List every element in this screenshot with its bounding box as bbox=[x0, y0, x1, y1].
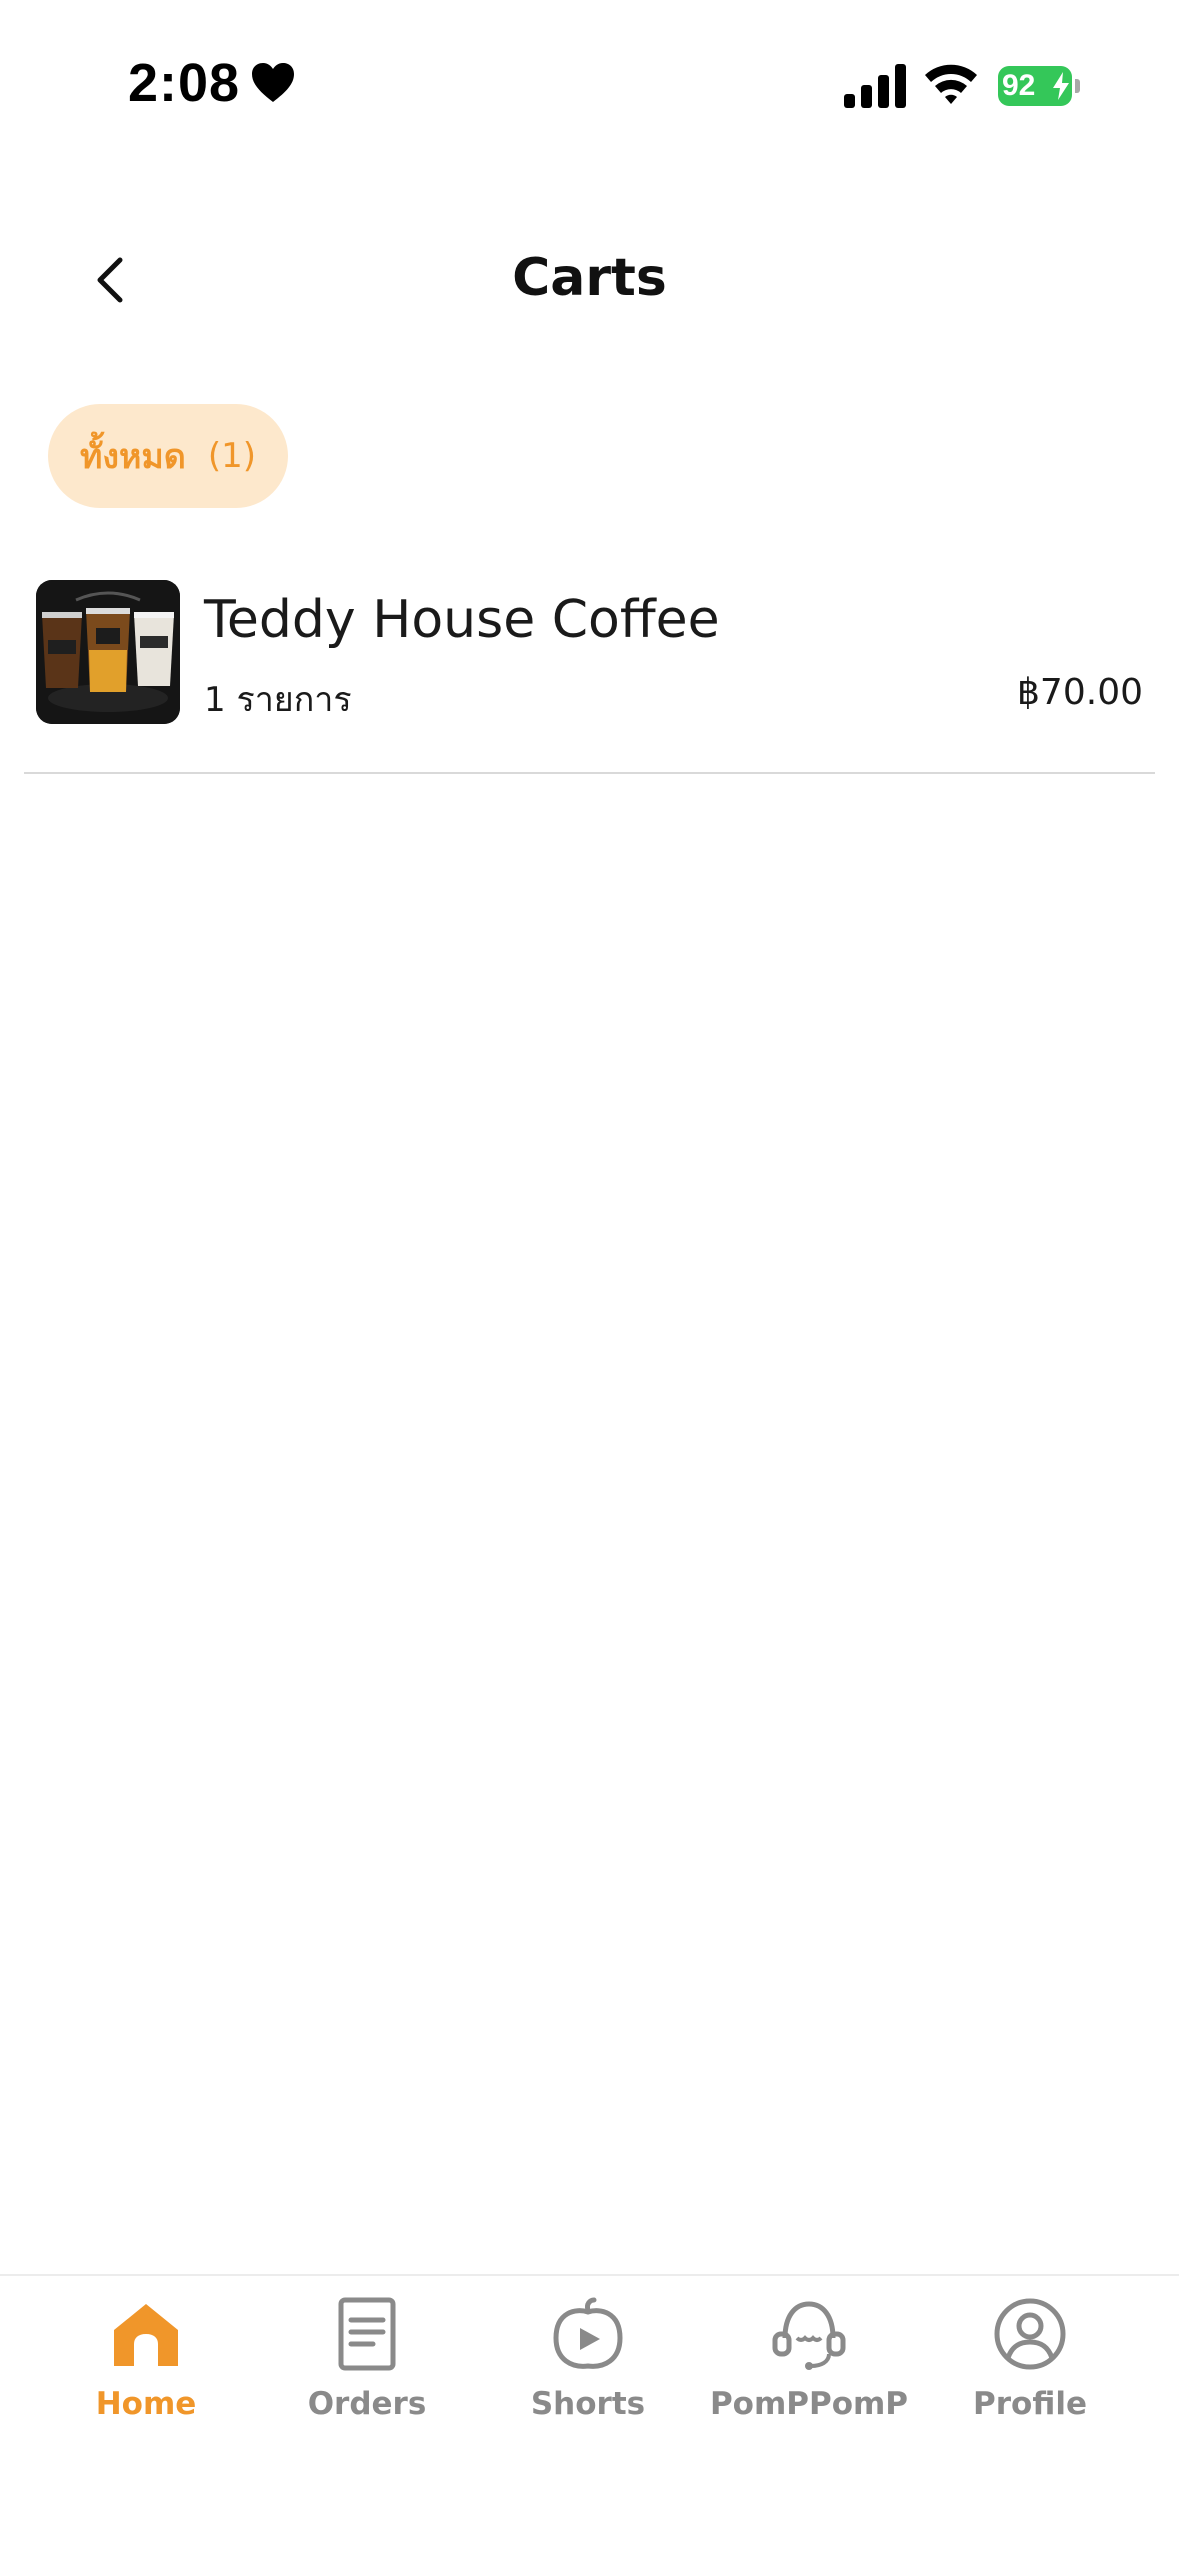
cellular-signal-icon bbox=[844, 64, 906, 108]
status-bar: 2:08 92 bbox=[0, 0, 1179, 170]
header: Carts bbox=[0, 220, 1179, 340]
nav-shorts-label: Shorts bbox=[530, 2386, 646, 2422]
nav-orders[interactable]: Orders bbox=[257, 2296, 477, 2436]
nav-home[interactable]: Home bbox=[36, 2296, 256, 2436]
headset-icon bbox=[772, 2301, 846, 2370]
wifi-icon bbox=[925, 64, 977, 104]
document-icon bbox=[338, 2297, 396, 2371]
nav-pomppomp[interactable]: PomPPomP bbox=[699, 2296, 919, 2436]
filter-chip-count: (1) bbox=[207, 436, 257, 476]
shop-total-price: ฿70.00 bbox=[1017, 672, 1143, 713]
home-icon bbox=[114, 2304, 178, 2366]
filter-chip-all[interactable]: ทั้งหมด (1) bbox=[48, 404, 288, 508]
nav-shorts[interactable]: Shorts bbox=[478, 2296, 698, 2436]
battery-indicator: 92 bbox=[998, 66, 1082, 106]
charging-bolt-icon bbox=[1053, 72, 1069, 100]
shop-thumbnail bbox=[36, 580, 180, 724]
nav-home-label: Home bbox=[95, 2386, 197, 2422]
app-screen: 2:08 92 Carts ทั้งหมด (1) Teddy House Co… bbox=[0, 0, 1179, 2556]
coffee-cups-image bbox=[36, 580, 180, 724]
nav-pomppomp-label: PomPPomP bbox=[709, 2386, 909, 2422]
shop-name: Teddy House Coffee bbox=[204, 590, 720, 650]
heart-icon bbox=[252, 63, 294, 102]
user-circle-icon bbox=[994, 2298, 1066, 2370]
cart-shop-row[interactable]: Teddy House Coffee 1 รายการ ฿70.00 bbox=[24, 560, 1155, 774]
filter-chip-label: ทั้งหมด bbox=[79, 437, 186, 477]
status-time: 2:08 bbox=[128, 53, 241, 113]
pumpkin-play-icon bbox=[553, 2297, 623, 2369]
nav-profile-label: Profile bbox=[973, 2386, 1087, 2422]
bottom-nav: Home Orders Shorts PomPPomP Profile bbox=[0, 2274, 1179, 2556]
nav-profile[interactable]: Profile bbox=[920, 2296, 1140, 2436]
page-title: Carts bbox=[512, 248, 667, 308]
nav-orders-label: Orders bbox=[307, 2386, 427, 2422]
shop-item-count: 1 รายการ bbox=[204, 680, 352, 720]
